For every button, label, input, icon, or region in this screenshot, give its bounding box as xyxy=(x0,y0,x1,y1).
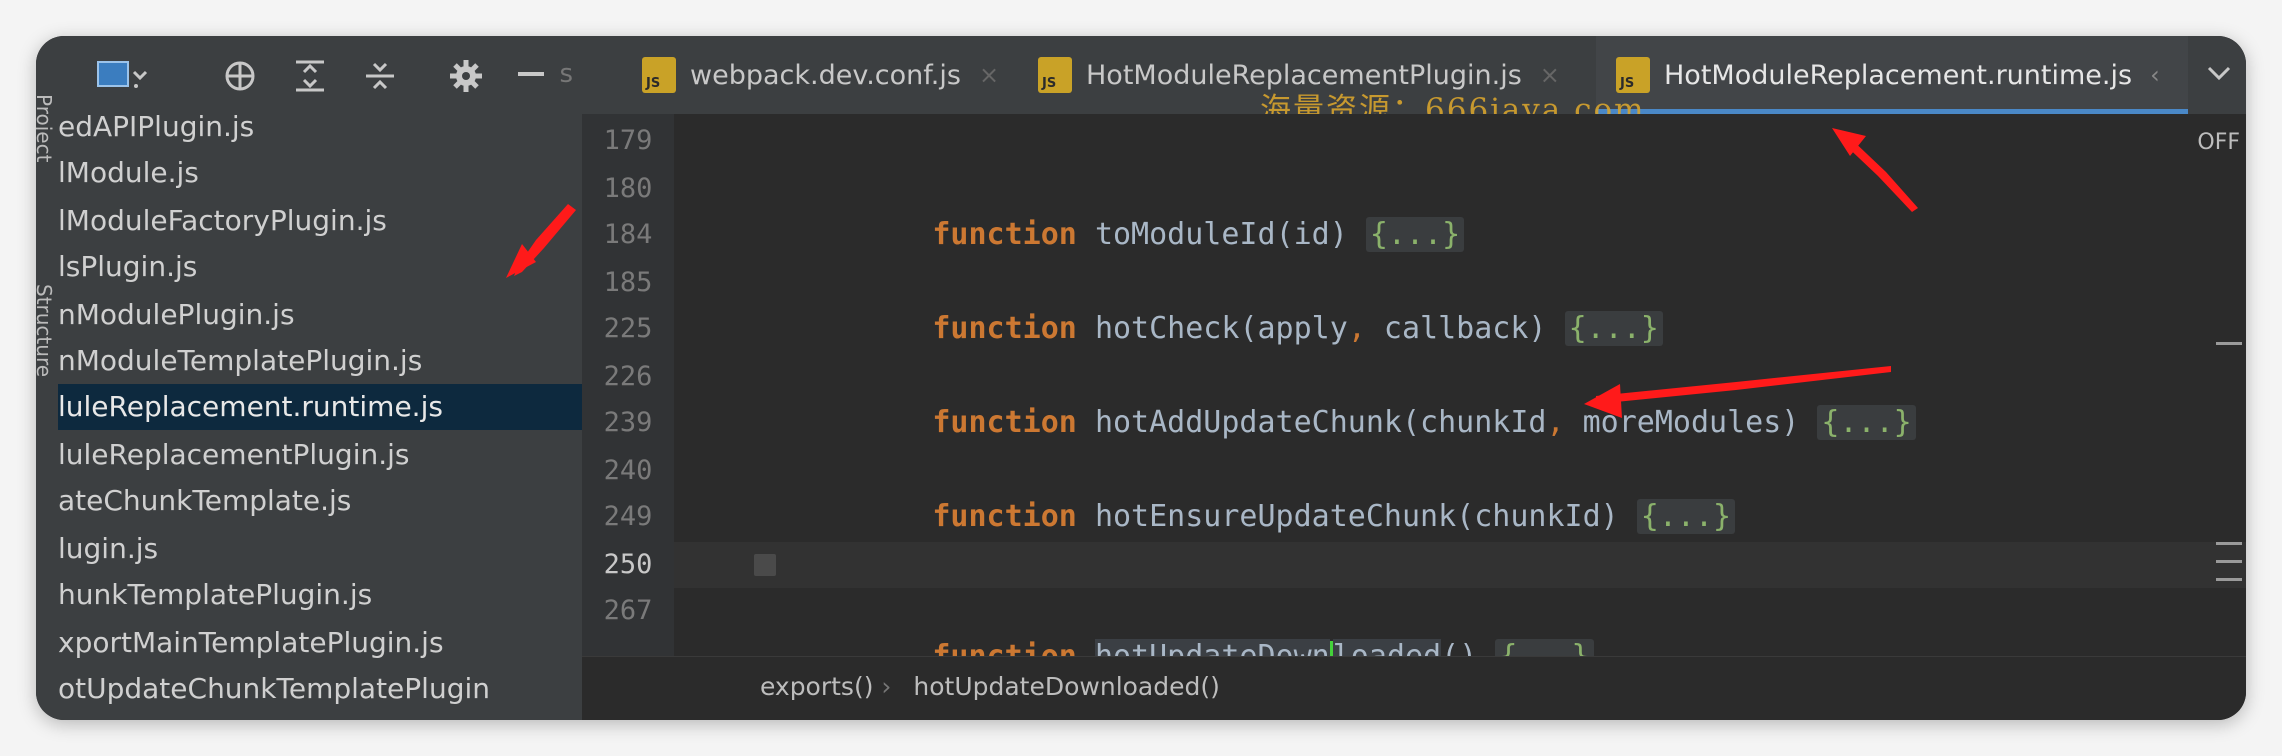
line-number: 180 xyxy=(603,173,653,204)
line-number: 184 xyxy=(603,219,653,250)
crosshair-icon[interactable] xyxy=(222,58,258,102)
ide-window: s JS webpack.dev.conf.js × JS HotModuleR… xyxy=(36,36,2246,720)
breadcrumb-separator: › xyxy=(881,672,892,701)
toolbar: s JS webpack.dev.conf.js × JS HotModuleR… xyxy=(36,36,2246,115)
breadcrumb: exports() › hotUpdateDownloaded() xyxy=(582,656,2246,720)
hidden-tab-fragment: s xyxy=(559,59,574,89)
scroll-marker xyxy=(2216,342,2242,345)
file-item[interactable]: luleReplacementPlugin.js xyxy=(58,432,582,478)
tab-hot-module-replacement-runtime[interactable]: JS HotModuleReplacement.runtime.js ‹ xyxy=(1596,36,2188,114)
line-number: 240 xyxy=(603,455,653,486)
window-icon[interactable] xyxy=(96,58,152,100)
file-item[interactable]: lModule.js xyxy=(58,150,582,196)
expand-icon[interactable] xyxy=(292,58,328,102)
line-number: 185 xyxy=(603,267,653,298)
js-file-icon: JS xyxy=(642,57,676,93)
file-item[interactable]: edAPIPlugin.js xyxy=(58,114,582,150)
scroll-marker xyxy=(2216,542,2242,545)
close-icon[interactable]: ‹ xyxy=(2150,61,2160,89)
collapse-icon[interactable] xyxy=(362,58,398,102)
tool-window-strip: Project Structure xyxy=(36,94,58,720)
line-number-current: 250 xyxy=(603,549,653,580)
minus-icon[interactable]: s xyxy=(518,56,573,91)
line-number: 239 xyxy=(603,407,653,438)
folded-block[interactable]: {...} xyxy=(1636,499,1736,534)
project-panel: edAPIPlugin.js lModule.js lModuleFactory… xyxy=(58,114,583,720)
js-file-icon: JS xyxy=(1038,57,1072,93)
gear-icon[interactable] xyxy=(448,58,484,102)
line-number: 225 xyxy=(603,313,653,344)
file-item[interactable]: lsPlugin.js xyxy=(58,244,582,290)
line-number-gutter: 179 180 184 185 225 226 239 240 249 250 … xyxy=(582,114,674,656)
inspection-status[interactable]: OFF xyxy=(2197,130,2240,155)
file-item[interactable]: lModuleFactoryPlugin.js xyxy=(58,198,582,244)
line-number: 249 xyxy=(603,501,653,532)
chevron-down-icon[interactable] xyxy=(2204,58,2234,96)
file-item[interactable]: otUpdateChunkTemplatePlugin xyxy=(58,666,582,712)
file-item[interactable]: xportMainTemplatePlugin.js xyxy=(58,620,582,666)
file-item[interactable]: nModulePlugin.js xyxy=(58,292,582,338)
code-line-current[interactable]: function hotUpdateDownloaded() {...} xyxy=(754,542,1594,675)
structure-tool-label[interactable]: Structure xyxy=(36,284,56,377)
file-item[interactable]: hunkTemplatePlugin.js xyxy=(58,572,582,618)
folded-block[interactable]: {...} xyxy=(1564,311,1663,346)
file-item-selected[interactable]: luleReplacement.runtime.js xyxy=(58,384,582,430)
line-number: 226 xyxy=(603,361,653,392)
code-line[interactable]: function toModuleId(id) {...} xyxy=(824,166,1465,252)
project-tool-label[interactable]: Project xyxy=(36,94,56,162)
code-line[interactable]: function hotEnsureUpdateChunk(chunkId) {… xyxy=(824,448,1736,534)
tab-label: HotModuleReplacement.runtime.js xyxy=(1664,59,2133,91)
code-editor[interactable]: OFF function toModuleId(id) {...} functi… xyxy=(674,114,2246,675)
code-line[interactable]: function hotAddUpdateChunk(chunkId, more… xyxy=(824,354,1916,440)
line-number: 267 xyxy=(603,595,653,626)
close-icon[interactable]: × xyxy=(979,61,999,89)
fold-marker-icon[interactable] xyxy=(754,554,776,576)
folded-block[interactable]: {...} xyxy=(1817,405,1916,440)
breadcrumb-item[interactable]: exports() xyxy=(760,672,874,701)
line-number: 179 xyxy=(603,125,653,156)
code-line[interactable]: function hotCheck(apply, callback) {...} xyxy=(824,260,1663,346)
folded-block[interactable]: {...} xyxy=(1365,217,1465,252)
scroll-marker xyxy=(2216,578,2242,581)
breadcrumb-item[interactable]: hotUpdateDownloaded() xyxy=(913,672,1220,701)
tab-label: webpack.dev.conf.js xyxy=(690,59,961,91)
tab-webpack-dev-conf[interactable]: JS webpack.dev.conf.js × xyxy=(642,36,1042,114)
file-item[interactable]: ateChunkTemplate.js xyxy=(58,478,582,524)
file-item[interactable]: nModuleTemplatePlugin.js xyxy=(58,338,582,384)
scroll-marker xyxy=(2216,560,2242,563)
file-item[interactable]: lugin.js xyxy=(58,526,582,572)
